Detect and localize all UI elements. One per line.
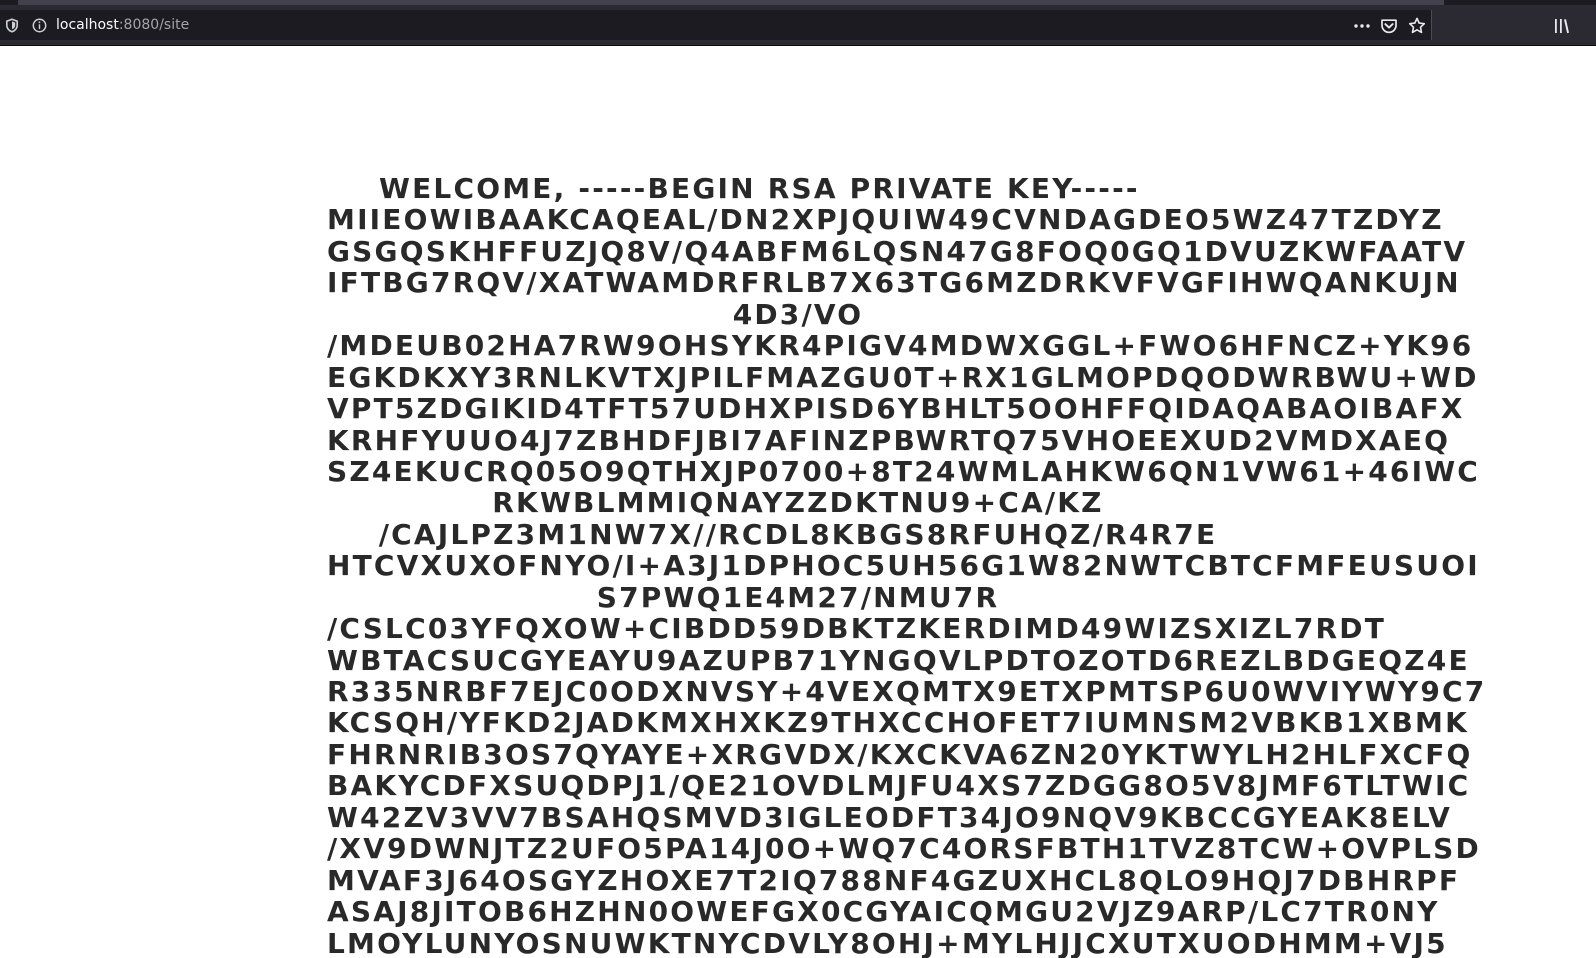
private-key-line-13: HTCVXUXOFNYO/I+A3J1DPHOC5UH56G1W82NWTCBT… [327,549,1480,583]
private-key-line-24: ASAJ8JITOB6HZHN0OWEFGX0CGYAICQMGU2VJZ9AR… [327,895,1440,929]
private-key-line-8: VPT5ZDGIKID4TFT57UDHXPISD6YBHLT5OOHFFQID… [327,392,1465,426]
bookmark-star-icon[interactable] [1406,15,1428,37]
pocket-icon[interactable] [1378,15,1400,37]
address-bar[interactable]: localhost:8080/site [0,10,1432,40]
info-icon[interactable] [32,18,47,33]
private-key-line-3: GSGQSKHFFUZJQ8V/Q4ABFM6LQSN47G8FOQ0GQ1DV… [327,234,1468,268]
address-url[interactable]: localhost:8080/site [56,16,189,34]
private-key-line-4: IFTBG7RQV/XATWAMDRFRLB7X63TG6MZDRKVFVGFI… [327,266,1461,300]
welcome-message: WELCOME, -----BEGIN RSA PRIVATE KEY-----… [327,172,1487,958]
private-key-line-16: WBTACSUCGYEAYU9AZUPB71YNGQVLPDTOZOTD6REZ… [327,643,1470,677]
private-key-line-15: /CSLC03YFQXOW+CIBDD59DBKTZKERDIMD49WIZSX… [327,612,1387,646]
address-url-path: :8080/site [118,17,190,33]
web-page-viewport: WELCOME, -----BEGIN RSA PRIVATE KEY-----… [0,46,1596,958]
address-url-host: localhost [56,17,119,33]
private-key-line-11: RKWBLMMIQNAYZZDKTNU9+CA/KZ [492,486,1104,520]
private-key-line-25: LMOYLUNYOSNUWKTNYCDVLY8OHJ+MYLHJJCXUTXUO… [327,926,1448,958]
welcome-line-1: WELCOME, -----BEGIN RSA PRIVATE KEY----- [379,172,1140,205]
private-key-line-17: R335NRBF7EJC0ODXNVSY+4VEXQMTX9ETXPMTSP6U… [327,675,1487,708]
private-key-line-5: 4D3/VO [732,297,864,331]
private-key-line-7: EGKDKXY3RNLKVTXJPILFMAZGU0T+RX1GLMOPDQOD… [327,360,1479,394]
active-tab-edge [18,0,1444,5]
private-key-line-10: SZ4EKUCRQ05O9QTHXJP0700+8T24WMLAHKW6QN1V… [327,454,1481,488]
private-key-line-22: /XV9DWNJTZ2UFO5PA14J0O+WQ7C4ORSFBTH1TVZ8… [327,832,1481,866]
more-icon[interactable] [1351,15,1373,37]
private-key-line-18: KCSQH/YFKD2JADKMXHXKZ9THXCCHOFET7IUMNSM2… [327,706,1470,740]
private-key-line-12: /CAJLPZ3M1NW7X//RCDL8KBGS8RFUHQZ/R4R7E [378,517,1218,551]
private-key-line-19: FHRNRIB3OS7QYAYE+XRGVDX/KXCKVA6ZN20YKTWY… [327,737,1473,771]
private-key-line-21: W42ZV3VV7BSAHQSMVD3IGLEODFT34JO9NQV9KBCC… [327,800,1453,834]
private-key-line-20: BAKYCDFXSUQDPJ1/QE21OVDLMJFU4XS7ZDGG8O5V… [327,769,1471,803]
private-key-line-6: /MDEUB02HA7RW9OHSYKR4PIGV4MDWXGGL+FWO6HF… [327,329,1474,363]
private-key-line-23: MVAF3J64OSGYZHOXE7T2IQ788NF4GZUXHCL8QLO9… [327,863,1461,897]
browser-toolbar: localhost:8080/site [0,0,1596,46]
shield-icon[interactable] [5,18,19,33]
private-key-line-14: S7PWQ1E4M27/NMU7R [596,580,1000,614]
private-key-line-2: MIIEOWIBAAKCAQEAL/DN2XPJQUIW49CVNDAGDEO5… [327,203,1444,237]
private-key-line-9: KRHFYUUO4J7ZBHDFJBI7AFINZPBWRTQ75VHOEEXU… [327,423,1451,457]
library-icon[interactable] [1550,14,1596,38]
